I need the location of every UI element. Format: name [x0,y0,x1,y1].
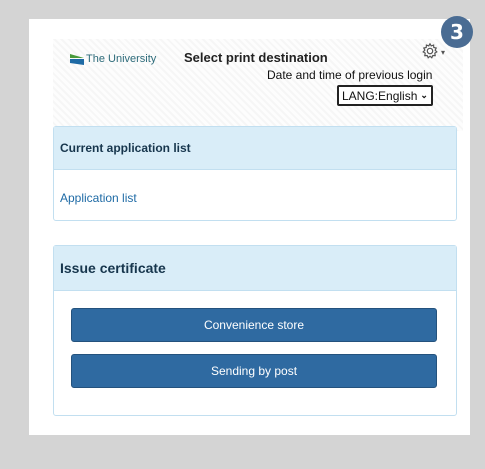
application-list-panel: Current application list Application lis… [53,126,457,221]
panel-title: Issue certificate [54,246,456,291]
step-badge: 3 [441,16,473,48]
page-title: Select print destination [184,50,328,65]
screen: The University Select print destination … [0,0,485,469]
language-select-value: LANG:English [342,88,418,103]
sending-by-post-button[interactable]: Sending by post [71,354,437,388]
issue-certificate-panel: Issue certificate Convenience store Send… [53,245,457,416]
logo-text: The University [86,53,157,65]
previous-login-text: Date and time of previous login [267,68,433,82]
gear-icon[interactable] [421,42,439,60]
application-list-link[interactable]: Application list [60,191,137,205]
header: The University Select print destination … [53,39,463,131]
chevron-down-icon: ⌄ [420,90,428,100]
logo-icon [70,54,84,65]
language-select[interactable]: LANG:English ⌄ [337,85,433,106]
page: The University Select print destination … [29,19,470,435]
chevron-down-icon[interactable]: ▾ [441,48,445,57]
convenience-store-button[interactable]: Convenience store [71,308,437,342]
panel-title: Current application list [54,127,456,170]
university-logo[interactable]: The University [70,52,156,66]
